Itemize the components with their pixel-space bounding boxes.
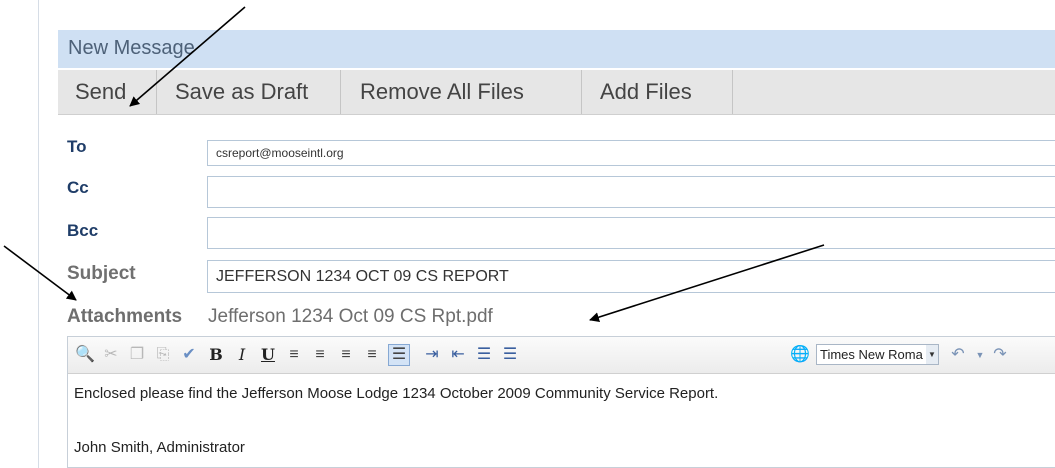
cc-label: Cc: [67, 178, 89, 197]
attachment-file-link[interactable]: Jefferson 1234 Oct 09 CS Rpt.pdf: [208, 306, 493, 328]
font-name-value: Times New Roma: [820, 347, 923, 362]
hyperlink-globe-icon[interactable]: 🌐: [790, 345, 810, 365]
align-right-icon[interactable]: ≡: [336, 345, 356, 365]
toolbar-divider: [732, 70, 733, 114]
body-line-1[interactable]: Enclosed please find the Jefferson Moose…: [74, 385, 718, 402]
subject-field[interactable]: JEFFERSON 1234 OCT 09 CS REPORT: [207, 260, 1055, 293]
window-left-border: [38, 0, 39, 468]
bcc-label: Bcc: [67, 221, 99, 240]
send-button[interactable]: Send: [75, 70, 126, 114]
font-name-select[interactable]: Times New Roma ▼: [816, 344, 939, 365]
find-replace-icon[interactable]: 🔍: [75, 345, 95, 365]
bcc-field[interactable]: [207, 217, 1055, 249]
body-line-2[interactable]: John Smith, Administrator: [74, 439, 245, 456]
outdent-icon[interactable]: ⇤: [448, 345, 468, 365]
cut-icon[interactable]: ✂: [101, 345, 121, 365]
subject-label: Subject: [67, 263, 136, 284]
toolbar-divider: [581, 70, 582, 114]
toolbar-divider: [156, 70, 157, 114]
justify-full-icon[interactable]: ☰: [388, 344, 410, 366]
align-left-icon[interactable]: ≡: [284, 345, 304, 365]
undo-dropdown-icon[interactable]: ▼: [970, 345, 990, 365]
attachments-label: Attachments: [67, 306, 183, 327]
editor-toolbar: 🔍 ✂ ❐ ⎘ ✔ B I U ≡ ≡ ≡ ≡ ☰ ⇥ ⇤ ☰ ☰ 🌐 Time…: [68, 337, 1055, 374]
to-value: csreport@mooseintl.org: [216, 146, 344, 160]
add-files-button[interactable]: Add Files: [600, 70, 692, 114]
justify-icon[interactable]: ≡: [362, 345, 382, 365]
cc-field[interactable]: [207, 176, 1055, 208]
message-header: New Message: [58, 30, 1055, 68]
arrow-to-attachments-label: [3, 245, 77, 301]
numbered-list-icon[interactable]: ☰: [474, 345, 494, 365]
toolbar-divider: [340, 70, 341, 114]
remove-all-files-button[interactable]: Remove All Files: [360, 70, 524, 114]
paste-icon[interactable]: ⎘: [153, 345, 173, 365]
to-label: To: [67, 137, 87, 156]
subject-value: JEFFERSON 1234 OCT 09 CS REPORT: [216, 268, 509, 285]
indent-icon[interactable]: ⇥: [422, 345, 442, 365]
bold-icon[interactable]: B: [206, 345, 226, 365]
italic-icon[interactable]: I: [232, 345, 252, 365]
window-title: New Message: [68, 37, 195, 59]
underline-icon[interactable]: U: [258, 345, 278, 365]
to-field[interactable]: csreport@mooseintl.org: [207, 140, 1055, 166]
undo-icon[interactable]: ↶: [948, 345, 968, 365]
message-toolbar: Send Save as Draft Remove All Files Add …: [58, 70, 1055, 115]
copy-icon[interactable]: ❐: [127, 345, 147, 365]
bulleted-list-icon[interactable]: ☰: [500, 345, 520, 365]
align-center-icon[interactable]: ≡: [310, 345, 330, 365]
message-editor: 🔍 ✂ ❐ ⎘ ✔ B I U ≡ ≡ ≡ ≡ ☰ ⇥ ⇤ ☰ ☰ 🌐 Time…: [67, 336, 1055, 468]
save-as-draft-button[interactable]: Save as Draft: [175, 70, 308, 114]
redo-icon[interactable]: ↷: [990, 345, 1010, 365]
spell-check-icon[interactable]: ✔: [179, 345, 199, 365]
chevron-down-icon: ▼: [926, 345, 938, 364]
